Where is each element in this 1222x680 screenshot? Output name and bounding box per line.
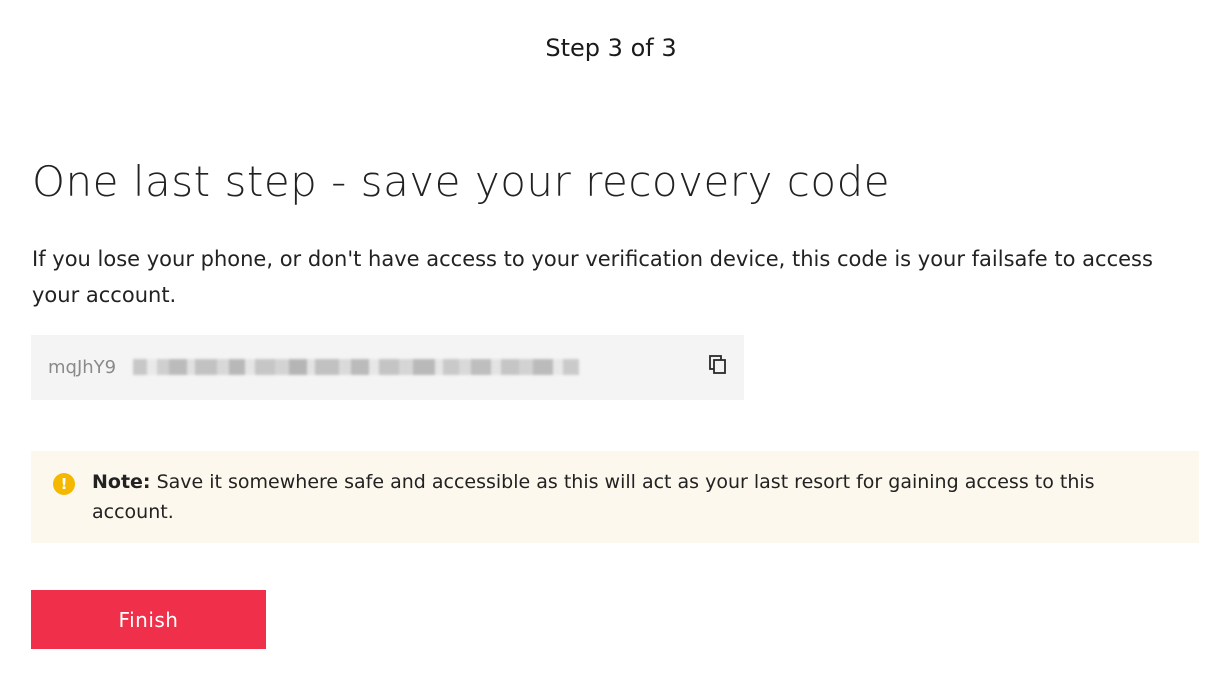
step-indicator: Step 3 of 3 bbox=[545, 34, 677, 62]
note-box: ! Note: Save it somewhere safe and acces… bbox=[31, 451, 1199, 543]
note-label: Note: bbox=[92, 471, 151, 493]
recovery-code-redacted bbox=[133, 359, 611, 375]
copy-button[interactable] bbox=[706, 353, 730, 377]
note-body: Save it somewhere safe and accessible as… bbox=[92, 471, 1095, 523]
finish-button[interactable]: Finish bbox=[31, 590, 266, 649]
recovery-code-box: mqJhY9 bbox=[31, 335, 744, 400]
description-text: If you lose your phone, or don't have ac… bbox=[32, 247, 1153, 307]
copy-icon bbox=[709, 355, 726, 374]
page-title: One last step - save your recovery code bbox=[32, 157, 891, 206]
recovery-code-text: mqJhY9 bbox=[48, 357, 117, 378]
note-text: Note: Save it somewhere safe and accessi… bbox=[92, 467, 1172, 527]
info-icon: ! bbox=[53, 473, 75, 495]
